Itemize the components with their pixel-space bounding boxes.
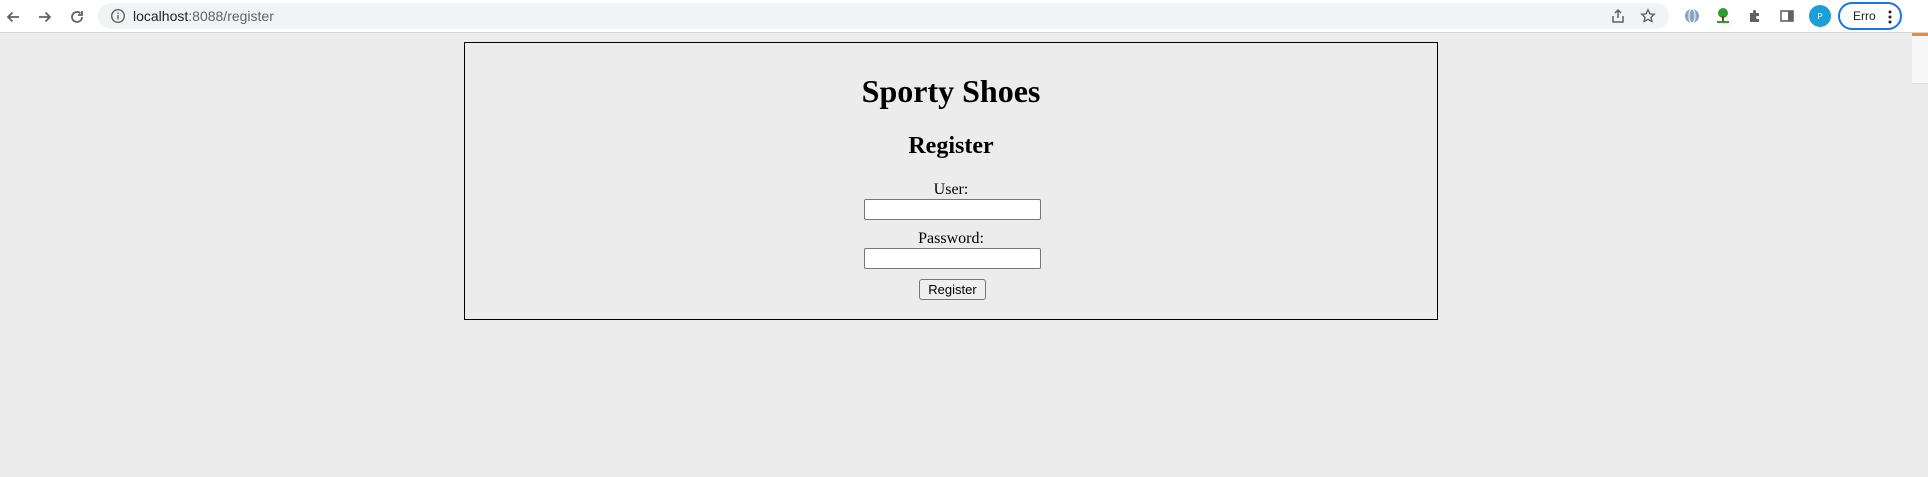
browser-toolbar: localhost:8088/register P Erro bbox=[0, 0, 1928, 33]
side-panel-edge bbox=[1912, 36, 1928, 84]
user-label: User: bbox=[933, 181, 969, 198]
url-path: :8088/register bbox=[188, 8, 274, 24]
profile-avatar[interactable]: P bbox=[1809, 5, 1831, 27]
info-icon[interactable] bbox=[110, 8, 126, 24]
address-bar[interactable]: localhost:8088/register bbox=[98, 3, 1669, 29]
reload-icon bbox=[71, 11, 83, 23]
page-heading: Register bbox=[908, 133, 994, 159]
back-button[interactable] bbox=[0, 4, 26, 30]
side-panel-icon bbox=[1780, 10, 1794, 22]
tree-extension-icon bbox=[1717, 8, 1729, 23]
url-text[interactable]: localhost:8088/register bbox=[133, 8, 274, 24]
extension-globe[interactable] bbox=[1681, 5, 1703, 27]
bookmark-button[interactable] bbox=[1639, 7, 1657, 25]
share-icon bbox=[1612, 8, 1624, 23]
arrow-right-icon bbox=[39, 11, 52, 23]
profile-error-label: Erro bbox=[1853, 9, 1876, 23]
puzzle-icon bbox=[1750, 10, 1759, 22]
register-panel: Sporty Shoes Register User: Password: Re… bbox=[464, 42, 1438, 320]
url-host: localhost bbox=[133, 8, 189, 24]
extensions-button[interactable] bbox=[1744, 5, 1766, 27]
password-input[interactable] bbox=[864, 248, 1041, 269]
extension-tree[interactable] bbox=[1712, 5, 1734, 27]
share-button[interactable] bbox=[1609, 7, 1627, 25]
arrow-left-icon bbox=[6, 11, 19, 23]
globe-extension-icon bbox=[1685, 8, 1699, 24]
password-label: Password: bbox=[918, 230, 984, 247]
profile-error-chip[interactable]: Erro bbox=[1838, 2, 1902, 30]
user-input[interactable] bbox=[864, 199, 1041, 220]
reload-button[interactable] bbox=[64, 4, 90, 30]
more-menu-icon bbox=[1888, 10, 1892, 24]
site-title: Sporty Shoes bbox=[861, 73, 1041, 109]
register-button[interactable]: Register bbox=[919, 279, 986, 300]
side-panel-button[interactable] bbox=[1776, 5, 1798, 27]
forward-button[interactable] bbox=[32, 4, 58, 30]
star-icon bbox=[1640, 8, 1656, 23]
